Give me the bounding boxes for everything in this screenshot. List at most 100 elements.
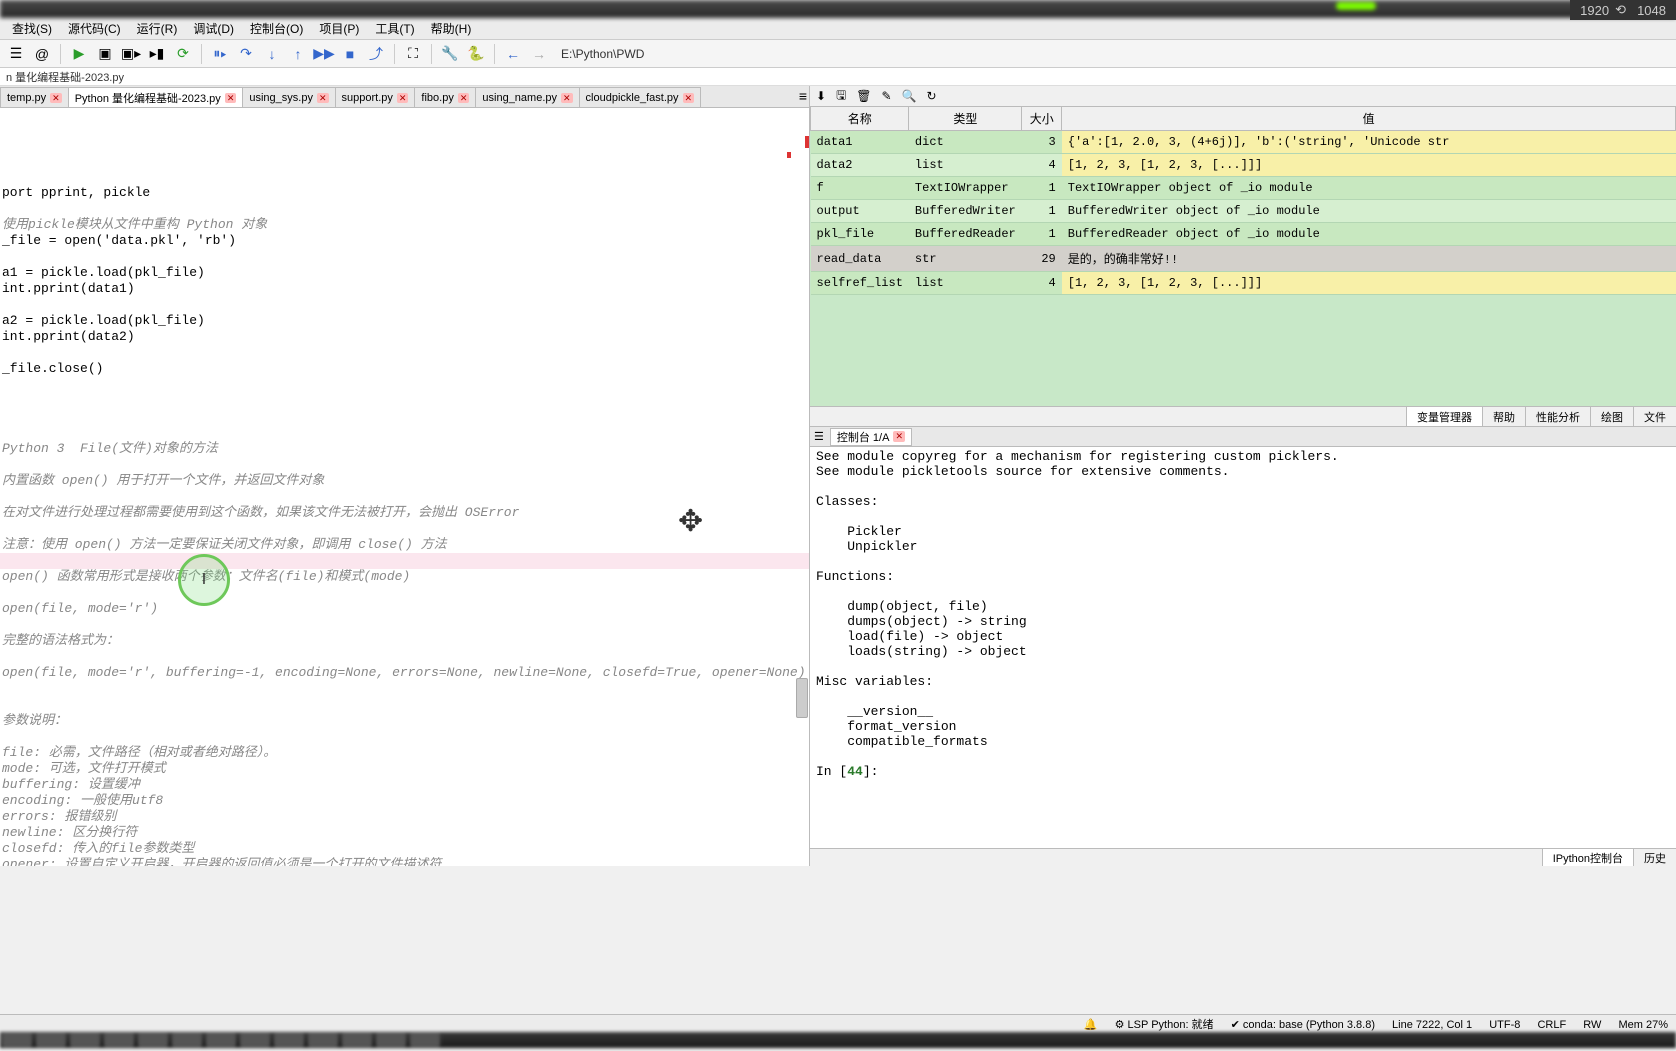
run-selection-icon[interactable]: ▸▮ [145, 42, 169, 66]
col-size[interactable]: 大小 [1022, 107, 1062, 131]
console-collapse-icon[interactable]: ☰ [814, 430, 824, 443]
var-name: f [811, 177, 909, 200]
tab-cloudpickle[interactable]: cloudpickle_fast.py✕ [579, 87, 702, 107]
close-icon[interactable]: ✕ [893, 431, 905, 442]
maximize-icon[interactable]: ⛶ [401, 42, 425, 66]
menu-project[interactable]: 项目(P) [311, 20, 367, 37]
var-size: 4 [1022, 272, 1062, 295]
scrollbar-thumb[interactable] [796, 678, 808, 718]
python-icon[interactable]: 🐍 [464, 42, 488, 66]
delete-icon[interactable]: 🗑 [856, 89, 871, 103]
editor-pane: temp.py✕ Python 量化编程基础-2023.py✕ using_sy… [0, 86, 810, 866]
editor-tab-strip: temp.py✕ Python 量化编程基础-2023.py✕ using_sy… [0, 86, 809, 108]
step-into-icon[interactable]: ↓ [260, 42, 284, 66]
variable-row[interactable]: outputBufferedWriter1BufferedWriter obje… [811, 200, 1676, 223]
search-icon[interactable]: 🔍 [902, 89, 917, 103]
back-icon[interactable]: ← [501, 42, 525, 66]
menu-tools[interactable]: 工具(T) [367, 20, 422, 37]
status-lsp[interactable]: ⚙ LSP Python: 就绪 [1115, 1019, 1214, 1031]
code-editor[interactable]: port pprint, pickle使用pickle模块从文件中重构 Pyth… [0, 108, 809, 866]
status-notifications[interactable]: 🔔 [1084, 1019, 1098, 1031]
menu-run[interactable]: 运行(R) [129, 20, 186, 37]
tab-help[interactable]: 帮助 [1482, 407, 1525, 426]
var-type: TextIOWrapper [909, 177, 1022, 200]
var-size: 3 [1022, 131, 1062, 154]
forward-icon[interactable]: → [527, 42, 551, 66]
status-conda[interactable]: ✔ conda: base (Python 3.8.8) [1231, 1019, 1375, 1031]
continue-icon[interactable]: ▶▶ [312, 42, 336, 66]
tab-history[interactable]: 历史 [1633, 849, 1676, 866]
close-icon[interactable]: ✕ [683, 93, 695, 103]
tab-temp[interactable]: temp.py✕ [0, 87, 69, 107]
variable-row[interactable]: data2list4[1, 2, 3, [1, 2, 3, [...]]] [811, 154, 1676, 177]
console-bottom-tabs: IPython控制台 历史 [810, 848, 1676, 866]
run-cell-advance-icon[interactable]: ▣▸ [119, 42, 143, 66]
menu-help[interactable]: 帮助(H) [423, 20, 480, 37]
edit-icon[interactable]: ✎ [882, 89, 892, 103]
close-icon[interactable]: ✕ [458, 93, 470, 103]
var-size: 4 [1022, 154, 1062, 177]
status-encoding[interactable]: UTF-8 [1489, 1019, 1520, 1031]
menu-find[interactable]: 查找(S) [4, 20, 60, 37]
at-icon[interactable]: @ [30, 42, 54, 66]
refresh-icon[interactable]: ↻ [927, 89, 937, 103]
col-name[interactable]: 名称 [811, 107, 909, 131]
close-icon[interactable]: ✕ [561, 93, 573, 103]
tab-files[interactable]: 文件 [1633, 407, 1676, 426]
variable-row[interactable]: selfref_listlist4[1, 2, 3, [1, 2, 3, [..… [811, 272, 1676, 295]
console-tab[interactable]: 控制台 1/A ✕ [830, 428, 912, 446]
save-icon[interactable]: 🖫 [836, 86, 846, 107]
step-over-icon[interactable]: ↷ [234, 42, 258, 66]
var-value: [1, 2, 3, [1, 2, 3, [...]]] [1062, 272, 1676, 295]
stop-icon[interactable]: ■ [338, 42, 362, 66]
step-out-icon[interactable]: ↑ [286, 42, 310, 66]
outline-icon[interactable]: ☰ [4, 42, 28, 66]
tab-using-name[interactable]: using_name.py✕ [475, 87, 579, 107]
tab-support[interactable]: support.py✕ [335, 87, 416, 107]
tab-plots[interactable]: 绘图 [1590, 407, 1633, 426]
ipython-console[interactable]: See module copyreg for a mechanism for r… [810, 447, 1676, 848]
run-icon[interactable]: ▶ [67, 42, 91, 66]
resolution-badge: 1920 ⟲ 1048 [1570, 0, 1676, 20]
tab-menu-icon[interactable]: ≡ [799, 88, 807, 104]
var-name: read_data [811, 246, 909, 272]
close-icon[interactable]: ✕ [225, 93, 237, 103]
var-size: 1 [1022, 200, 1062, 223]
tab-variable-explorer[interactable]: 变量管理器 [1406, 407, 1482, 426]
menu-console[interactable]: 控制台(O) [242, 20, 311, 37]
var-size: 29 [1022, 246, 1062, 272]
variable-row[interactable]: pkl_fileBufferedReader1BufferedReader ob… [811, 223, 1676, 246]
tab-fibo[interactable]: fibo.py✕ [414, 87, 476, 107]
debug-step-icon[interactable]: ⏸▸ [208, 42, 232, 66]
status-rw[interactable]: RW [1583, 1019, 1601, 1031]
col-value[interactable]: 值 [1062, 107, 1676, 131]
menu-debug[interactable]: 调试(D) [185, 20, 242, 37]
console-pane: ☰ 控制台 1/A ✕ See module copyreg for a mec… [810, 426, 1676, 866]
tab-profiler[interactable]: 性能分析 [1525, 407, 1590, 426]
tab-python-quant[interactable]: Python 量化编程基础-2023.py✕ [68, 87, 244, 107]
tab-ipython-console[interactable]: IPython控制台 [1542, 849, 1633, 866]
right-pane-tabs: 变量管理器 帮助 性能分析 绘图 文件 [810, 406, 1676, 426]
rerun-icon[interactable]: ⟳ [171, 42, 195, 66]
col-type[interactable]: 类型 [909, 107, 1022, 131]
working-dir-path[interactable]: E:\Python\PWD [561, 47, 644, 61]
res-height: 1048 [1637, 3, 1666, 18]
status-mem[interactable]: Mem 27% [1618, 1019, 1668, 1031]
menu-source[interactable]: 源代码(C) [60, 20, 129, 37]
variable-row[interactable]: data1dict3{'a':[1, 2.0, 3, (4+6j)], 'b':… [811, 131, 1676, 154]
var-name: selfref_list [811, 272, 909, 295]
var-value: [1, 2, 3, [1, 2, 3, [...]]] [1062, 154, 1676, 177]
exit-debug-icon[interactable]: ⤴ [364, 42, 388, 66]
run-cell-icon[interactable]: ▣ [93, 42, 117, 66]
close-icon[interactable]: ✕ [397, 93, 409, 103]
close-icon[interactable]: ✕ [317, 93, 329, 103]
variable-row[interactable]: read_datastr29是的，的确非常好!! [811, 246, 1676, 272]
tab-using-sys[interactable]: using_sys.py✕ [242, 87, 335, 107]
close-icon[interactable]: ✕ [50, 93, 62, 103]
status-eol[interactable]: CRLF [1537, 1019, 1566, 1031]
variable-toolbar: ⬇ 🖫 🗑 ✎ 🔍 ↻ [810, 86, 1676, 106]
wrench-icon[interactable]: 🔧 [438, 42, 462, 66]
import-icon[interactable]: ⬇ [816, 89, 826, 103]
status-line-col[interactable]: Line 7222, Col 1 [1392, 1019, 1472, 1031]
variable-row[interactable]: fTextIOWrapper1TextIOWrapper object of _… [811, 177, 1676, 200]
